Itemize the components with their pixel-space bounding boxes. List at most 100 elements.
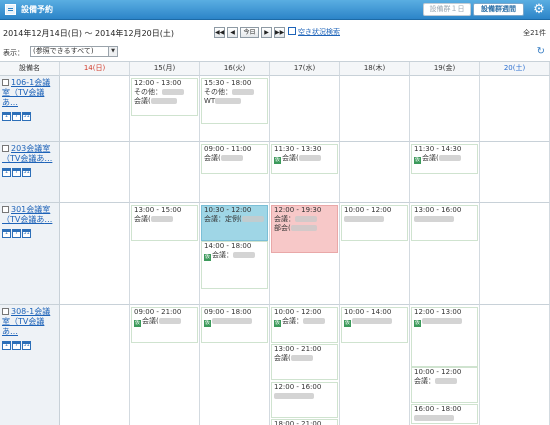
reservation-event[interactable]: 10:00 - 12:00 仮会議： bbox=[271, 307, 338, 343]
week-view-icon[interactable]: 7 bbox=[12, 229, 21, 238]
room-name-link[interactable]: 308-1会議 bbox=[2, 307, 57, 317]
room-row-label: 203会議室 （TV会議あ… 1 7 31 bbox=[0, 142, 60, 203]
reservation-tag-icon: 仮 bbox=[204, 254, 211, 261]
room-name-link[interactable]: 203会議室 bbox=[2, 144, 57, 154]
event-detail-line: 部会( bbox=[274, 224, 335, 233]
room-name-link[interactable]: （TV会議あ… bbox=[2, 215, 57, 225]
month-view-icon[interactable]: 31 bbox=[22, 229, 31, 238]
day-view-icon[interactable]: 1 bbox=[2, 112, 11, 121]
filter-bar: 表示： (参照できるすべて) ▼ ↻ bbox=[0, 46, 550, 59]
schedule-cell[interactable] bbox=[480, 203, 550, 305]
availability-search-link[interactable]: 空き状況検索 bbox=[288, 27, 340, 37]
prev-week-button[interactable]: ◀ bbox=[227, 27, 238, 38]
reservation-event[interactable]: 13:00 - 21:00 会議( bbox=[271, 344, 338, 380]
schedule-cell[interactable] bbox=[340, 76, 410, 142]
reservation-event[interactable]: 11:30 - 14:30 仮会議( bbox=[411, 144, 478, 174]
reservation-event[interactable]: 10:00 - 14:00 仮 bbox=[341, 307, 408, 343]
room-row-label: 301会議室 （TV会議あ… 1 7 31 bbox=[0, 203, 60, 305]
room-name-link[interactable]: 室（TV会議あ… bbox=[2, 88, 57, 108]
schedule-cell[interactable] bbox=[410, 76, 480, 142]
reservation-event[interactable]: 16:00 - 18:00 bbox=[411, 404, 478, 424]
schedule-cell[interactable] bbox=[60, 142, 130, 203]
reservation-event[interactable]: 11:30 - 13:30 仮会議( bbox=[271, 144, 338, 174]
redacted-text bbox=[290, 225, 317, 231]
day-view-icon[interactable]: 1 bbox=[2, 229, 11, 238]
last-week-button[interactable]: ▶▶ bbox=[274, 27, 285, 38]
gear-icon[interactable]: ⚙ bbox=[531, 2, 547, 18]
facility-day-button[interactable]: 設備群１日 bbox=[423, 3, 471, 16]
day-header: 19(金) bbox=[410, 62, 480, 76]
room-name-line: … bbox=[10, 98, 18, 107]
reservation-event[interactable]: 18:00 - 21:00 bbox=[271, 419, 338, 425]
room-checkbox[interactable] bbox=[2, 308, 9, 315]
redacted-text bbox=[295, 216, 317, 222]
day-header: 16(火) bbox=[200, 62, 270, 76]
reservation-event[interactable]: 13:00 - 16:00 bbox=[411, 205, 478, 241]
reservation-event[interactable]: 12:00 - 13:00 その他： 会議( bbox=[131, 78, 198, 116]
room-checkbox[interactable] bbox=[2, 145, 9, 152]
schedule-cell[interactable] bbox=[480, 305, 550, 425]
redacted-text bbox=[414, 216, 454, 222]
month-view-icon[interactable]: 31 bbox=[22, 168, 31, 177]
reservation-event[interactable]: 12:00 - 13:00 仮 bbox=[411, 307, 478, 367]
event-title: その他： bbox=[204, 88, 232, 96]
reservation-event[interactable]: 13:00 - 15:00 会議( bbox=[131, 205, 198, 241]
schedule-cell[interactable] bbox=[480, 142, 550, 203]
schedule-cell[interactable] bbox=[60, 203, 130, 305]
app-title: 設備予約 bbox=[21, 5, 53, 14]
day-view-icon[interactable]: 1 bbox=[2, 341, 11, 350]
filter-select[interactable]: (参照できるすべて) ▼ bbox=[30, 46, 118, 57]
event-time: 13:00 - 16:00 bbox=[414, 206, 462, 214]
facility-week-button[interactable]: 設備群週間 bbox=[473, 3, 524, 16]
view-icons: 1 7 31 bbox=[2, 166, 57, 177]
room-name-link[interactable]: 106-1会議 bbox=[2, 78, 57, 88]
week-view-icon[interactable]: 7 bbox=[12, 168, 21, 177]
week-view-icon[interactable]: 7 bbox=[12, 112, 21, 121]
event-title-line: 仮 bbox=[204, 317, 265, 327]
event-time: 12:00 - 16:00 bbox=[274, 383, 322, 391]
room-checkbox[interactable] bbox=[2, 79, 9, 86]
reservation-event[interactable]: 09:00 - 18:00 仮 bbox=[201, 307, 268, 343]
reservation-event[interactable]: 09:00 - 21:00 仮会議( bbox=[131, 307, 198, 343]
day-header: 17(水) bbox=[270, 62, 340, 76]
schedule-cell[interactable] bbox=[60, 305, 130, 425]
event-title-line: 会議：定例( bbox=[204, 215, 265, 224]
event-detail-line: WT bbox=[204, 97, 265, 106]
reservation-event[interactable]: 10:30 - 12:00 会議：定例( bbox=[201, 205, 268, 241]
next-week-button[interactable]: ▶ bbox=[261, 27, 272, 38]
schedule-cell[interactable] bbox=[270, 76, 340, 142]
reservation-event[interactable]: 10:00 - 12:00 bbox=[341, 205, 408, 241]
schedule-cell[interactable] bbox=[480, 76, 550, 142]
refresh-icon[interactable]: ↻ bbox=[537, 46, 545, 57]
title-bar: 設備予約 設備群１日 設備群週間 ⚙ bbox=[0, 0, 550, 20]
first-week-button[interactable]: ◀◀ bbox=[214, 27, 225, 38]
month-view-icon[interactable]: 31 bbox=[22, 341, 31, 350]
event-time: 10:00 - 12:00 bbox=[344, 206, 392, 214]
redacted-text bbox=[298, 155, 321, 161]
reservation-event[interactable]: 15:30 - 18:00 その他： WT bbox=[201, 78, 268, 124]
reservation-tag-icon: 仮 bbox=[274, 157, 281, 164]
reservation-event[interactable]: 09:00 - 11:00 会議( bbox=[201, 144, 268, 174]
reservation-event[interactable]: 10:00 - 12:00 会議： bbox=[411, 367, 478, 403]
room-checkbox[interactable] bbox=[2, 206, 9, 213]
event-title-line: 会議： bbox=[414, 377, 475, 386]
redacted-text bbox=[414, 415, 454, 421]
month-view-icon[interactable]: 31 bbox=[22, 112, 31, 121]
today-button[interactable]: 今日 bbox=[240, 27, 259, 38]
room-name-link[interactable]: 301会議室 bbox=[2, 205, 57, 215]
reservation-event[interactable]: 12:00 - 19:30 会議： 部会( bbox=[271, 205, 338, 253]
redacted-text bbox=[150, 216, 173, 222]
day-view-icon[interactable]: 1 bbox=[2, 168, 11, 177]
day-header: 14(日) bbox=[60, 62, 130, 76]
schedule-cell[interactable] bbox=[60, 76, 130, 142]
schedule-cell[interactable] bbox=[340, 142, 410, 203]
week-view-icon[interactable]: 7 bbox=[12, 341, 21, 350]
reservation-event[interactable]: 12:00 - 16:00 bbox=[271, 382, 338, 418]
event-detail: 会議( bbox=[134, 97, 151, 105]
schedule-cell[interactable] bbox=[130, 142, 200, 203]
reservation-event[interactable]: 14:00 - 18:00 仮会議： bbox=[201, 241, 268, 289]
event-title: 会議( bbox=[204, 154, 221, 162]
room-name-link[interactable]: （TV会議あ… bbox=[2, 154, 57, 164]
room-name-link[interactable]: 室（TV会議あ… bbox=[2, 317, 57, 337]
event-time: 09:00 - 11:00 bbox=[204, 145, 252, 153]
